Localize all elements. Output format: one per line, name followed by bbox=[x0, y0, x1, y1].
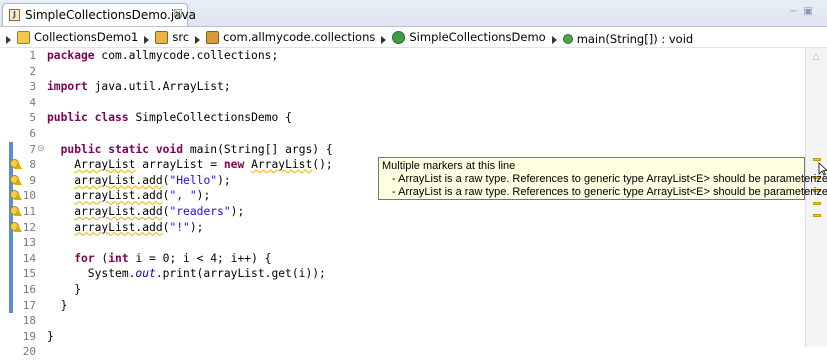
line-number: 11 bbox=[22, 205, 36, 218]
breadcrumb-label: SimpleCollectionsDemo bbox=[409, 30, 546, 44]
code-text: } bbox=[47, 298, 68, 312]
code-line[interactable]: 7 ⊝ public static void main(String[] args… bbox=[0, 141, 805, 158]
line-number: 18 bbox=[22, 314, 36, 328]
breadcrumb-menu-icon[interactable] bbox=[6, 36, 11, 44]
overview-warning-marker[interactable] bbox=[813, 214, 821, 217]
code-line[interactable]: 15 System.out.print(arrayList.get(i)); bbox=[0, 266, 805, 282]
line-number: 6 bbox=[29, 127, 36, 140]
code-text: package com.allmycode.collections; bbox=[47, 49, 279, 62]
code-text: ArrayList arrayList = new ArrayList(); bbox=[74, 158, 333, 172]
code-line[interactable]: 1 package com.allmycode.collections; bbox=[0, 48, 805, 64]
minimize-icon[interactable]: − bbox=[789, 6, 803, 17]
change-bar bbox=[9, 282, 13, 298]
code-line[interactable]: 5 public class SimpleCollectionsDemo { bbox=[0, 110, 805, 126]
breadcrumb-separator-icon bbox=[551, 36, 557, 44]
fold-collapse-icon[interactable]: ⊝ bbox=[37, 144, 45, 154]
package-icon bbox=[206, 30, 220, 44]
code-line[interactable]: 13 bbox=[0, 235, 805, 251]
line-number: 14 bbox=[22, 251, 36, 265]
change-bar bbox=[9, 235, 13, 251]
code-text: } bbox=[47, 329, 54, 343]
breadcrumb: CollectionsDemo1 src com.allmycode.collect… bbox=[0, 27, 827, 48]
change-bar bbox=[9, 250, 13, 267]
change-bar bbox=[9, 266, 13, 282]
java-file-icon: J bbox=[9, 9, 20, 21]
maximize-icon[interactable]: ▣ bbox=[804, 6, 819, 17]
breadcrumb-item[interactable]: SimpleCollectionsDemo bbox=[392, 27, 546, 47]
line-number: 20 bbox=[22, 345, 36, 359]
editor-tab-title: SimpleCollectionsDemo.java bbox=[25, 8, 196, 22]
line-number: 19 bbox=[22, 329, 36, 343]
code-line[interactable]: 4 bbox=[0, 95, 805, 111]
code-text: arrayList.add("readers"); bbox=[74, 205, 245, 218]
code-text: arrayList.add(", "); bbox=[74, 189, 211, 203]
line-number: 13 bbox=[22, 236, 36, 250]
breadcrumb-item[interactable]: src bbox=[155, 27, 189, 47]
line-number: 8 bbox=[29, 158, 36, 172]
code-line[interactable]: 18 bbox=[0, 313, 805, 329]
line-number: 1 bbox=[29, 49, 36, 62]
line-number: 16 bbox=[22, 283, 36, 296]
class-icon bbox=[392, 30, 406, 44]
code-line[interactable]: 11 arrayList.add("readers"); bbox=[0, 204, 805, 220]
code-line[interactable]: 12 arrayList.add("!"); bbox=[0, 219, 805, 236]
code-text: arrayList.add("!"); bbox=[74, 220, 204, 234]
warning-summary-icon[interactable]: △ bbox=[811, 52, 821, 62]
change-bar bbox=[9, 141, 13, 158]
overview-warning-marker[interactable] bbox=[813, 158, 821, 161]
line-number: 5 bbox=[29, 111, 36, 125]
code-text: System.out.print(arrayList.get(i)); bbox=[47, 267, 326, 281]
code-text: } bbox=[47, 283, 82, 296]
change-bar bbox=[9, 297, 13, 314]
tooltip-item: - ArrayList is a raw type. References to… bbox=[392, 173, 827, 185]
tooltip-item: - ArrayList is a raw type. References to… bbox=[392, 186, 827, 198]
code-text: public class SimpleCollectionsDemo { bbox=[47, 111, 292, 125]
line-number: 15 bbox=[22, 267, 36, 281]
code-line[interactable]: 2 bbox=[0, 64, 805, 80]
project-icon bbox=[17, 30, 30, 44]
breadcrumb-label: src bbox=[172, 30, 190, 44]
breadcrumb-item[interactable]: com.allmycode.collections bbox=[206, 27, 375, 47]
breadcrumb-separator-icon bbox=[144, 36, 150, 44]
line-number: 3 bbox=[29, 80, 36, 94]
line-number: 10 bbox=[22, 189, 36, 203]
code-line[interactable]: 3 import java.util.ArrayList; bbox=[0, 79, 805, 95]
code-text: for (int i = 0; i < 4; i++) { bbox=[74, 251, 272, 265]
breadcrumb-label: CollectionsDemo1 bbox=[34, 30, 139, 44]
line-number: 7 bbox=[29, 142, 36, 156]
breadcrumb-item[interactable]: main(String[]) : void bbox=[562, 29, 694, 49]
line-number: 4 bbox=[29, 95, 36, 109]
breadcrumb-separator-icon bbox=[381, 36, 387, 44]
code-text: arrayList.add("Hello"); bbox=[74, 173, 231, 187]
code-text: public static void main(String[] args) { bbox=[60, 142, 333, 156]
code-line[interactable]: 16 } bbox=[0, 282, 805, 298]
line-number: 9 bbox=[29, 173, 36, 187]
close-tab-icon[interactable]: ☒ bbox=[173, 7, 183, 20]
overview-warning-marker[interactable] bbox=[813, 202, 821, 205]
breadcrumb-item[interactable]: CollectionsDemo1 bbox=[17, 27, 138, 47]
code-line[interactable]: 6 bbox=[0, 126, 805, 142]
code-line[interactable]: 14 for (int i = 0; i < 4; i++) { bbox=[0, 250, 805, 267]
source-folder-icon bbox=[155, 30, 169, 44]
code-text: import java.util.ArrayList; bbox=[47, 80, 231, 94]
editor-tab-bar: J SimpleCollectionsDemo.java ☒ −▣ bbox=[0, 0, 827, 27]
editor-tab[interactable]: J SimpleCollectionsDemo.java ☒ bbox=[2, 3, 196, 26]
tooltip-heading: Multiple markers at this line bbox=[382, 160, 516, 172]
line-number: 12 bbox=[22, 220, 36, 234]
breadcrumb-separator-icon bbox=[195, 36, 201, 44]
problem-hover-tooltip: Multiple markers at this line - ArrayLis… bbox=[378, 157, 827, 200]
line-number: 17 bbox=[22, 298, 36, 312]
code-line[interactable]: 19} bbox=[0, 329, 805, 345]
method-icon bbox=[562, 33, 573, 44]
code-line[interactable]: 17 } bbox=[0, 297, 805, 314]
breadcrumb-label: com.allmycode.collections bbox=[223, 30, 376, 44]
breadcrumb-label: main(String[]) : void bbox=[576, 31, 694, 46]
line-number: 2 bbox=[29, 64, 36, 78]
window-controls: −▣ bbox=[789, 6, 819, 17]
